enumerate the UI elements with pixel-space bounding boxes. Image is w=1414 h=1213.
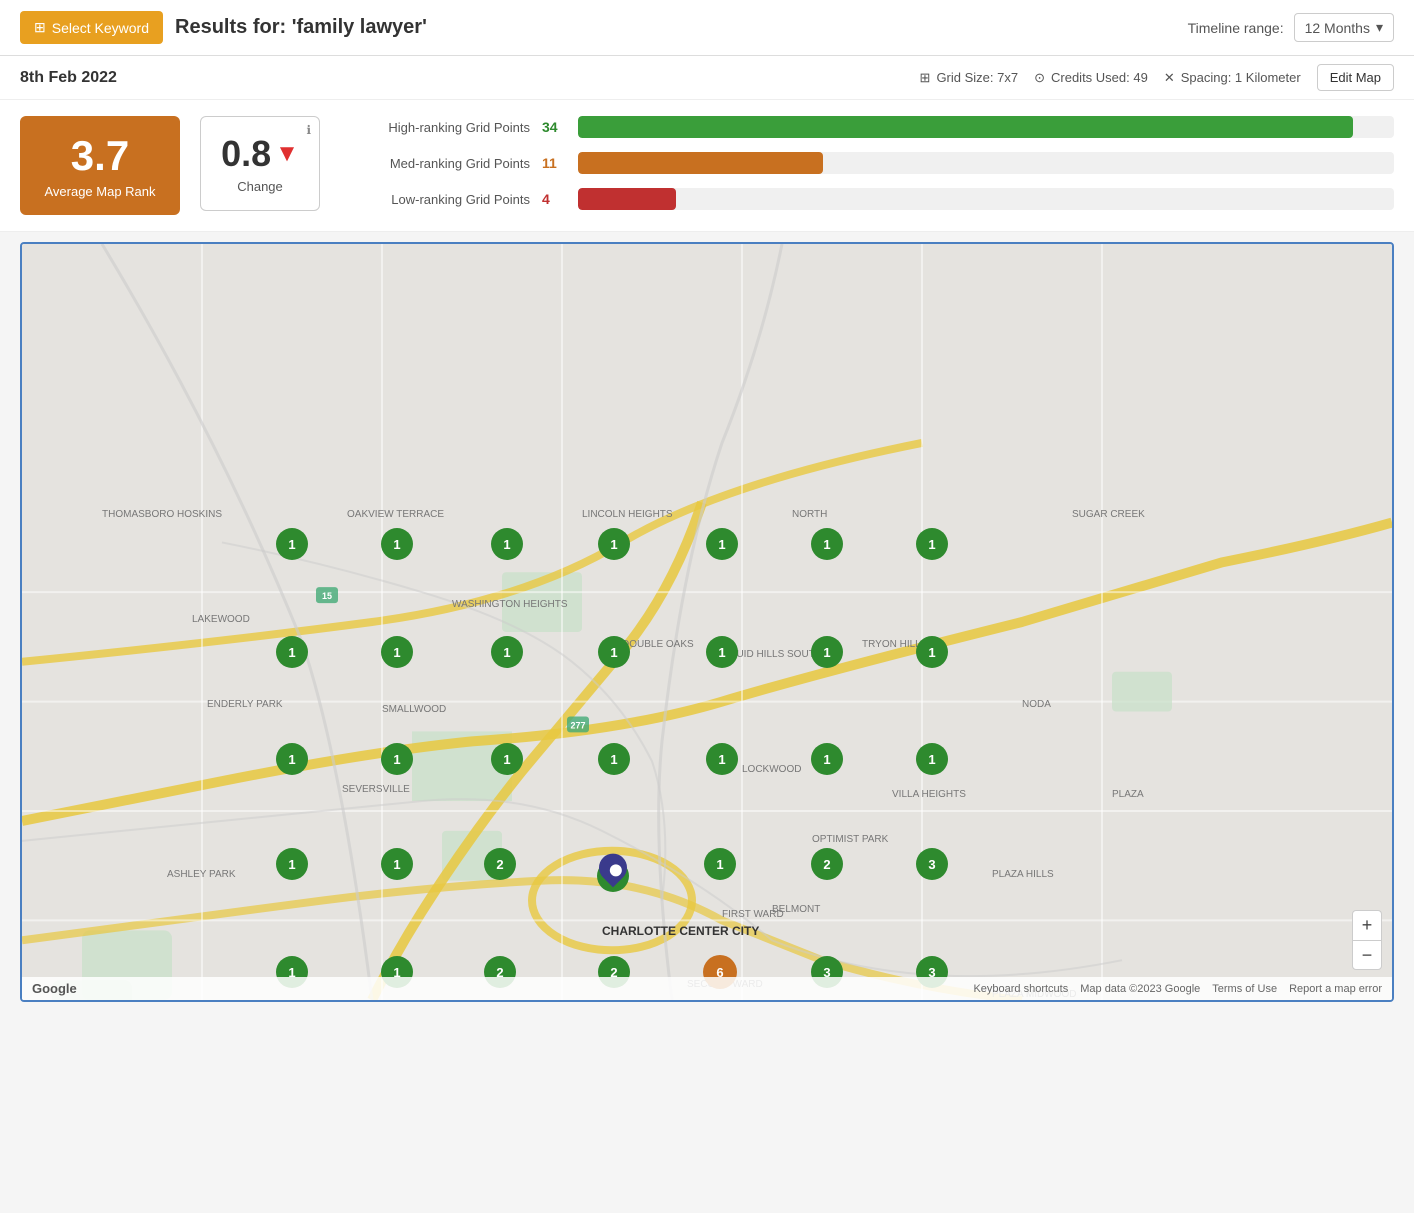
marker-m10[interactable]: 1	[491, 636, 523, 668]
chevron-down-icon: ▾	[1376, 19, 1383, 36]
marker-m21[interactable]: 1	[916, 743, 948, 775]
marker-m5[interactable]: 1	[706, 528, 738, 560]
marker-m22[interactable]: 1	[276, 848, 308, 880]
header-left: ⊞ Select Keyword Results for: 'family la…	[20, 11, 427, 44]
select-keyword-label: Select Keyword	[52, 20, 149, 36]
low-ranking-count: 4	[542, 191, 566, 207]
med-ranking-track	[578, 152, 1394, 174]
results-title: Results for: 'family lawyer'	[175, 16, 427, 39]
grid-icon: ⊞	[920, 70, 931, 86]
marker-m14[interactable]: 1	[916, 636, 948, 668]
change-number: 0.8 ▼	[221, 133, 299, 175]
timeline-label: Timeline range:	[1188, 20, 1284, 36]
report-map-error[interactable]: Report a map error	[1289, 983, 1382, 995]
marker-m17[interactable]: 1	[491, 743, 523, 775]
map-container[interactable]: 15 277 THOMASBORO HOSKINSLAKEWOODOAKVIEW…	[20, 242, 1394, 1002]
timeline-dropdown[interactable]: 12 Months ▾	[1294, 13, 1394, 42]
marker-m4[interactable]: 1	[598, 528, 630, 560]
marker-m28[interactable]: 3	[916, 848, 948, 880]
credits-stat: ⊙ Credits Used: 49	[1034, 70, 1148, 86]
avg-rank-label: Average Map Rank	[40, 184, 160, 199]
marker-m6[interactable]: 1	[811, 528, 843, 560]
map-footer-right: Keyboard shortcuts Map data ©2023 Google…	[973, 983, 1382, 995]
change-card: ℹ 0.8 ▼ Change	[200, 116, 320, 211]
credits-icon: ⊙	[1034, 70, 1045, 86]
terms-of-use[interactable]: Terms of Use	[1212, 983, 1277, 995]
low-ranking-row: Low-ranking Grid Points 4	[340, 188, 1394, 210]
marker-m15[interactable]: 1	[276, 743, 308, 775]
marker-m12[interactable]: 1	[706, 636, 738, 668]
marker-m13[interactable]: 1	[811, 636, 843, 668]
spacing-stat: ✕ Spacing: 1 Kilometer	[1164, 70, 1301, 86]
page-header: ⊞ Select Keyword Results for: 'family la…	[0, 0, 1414, 56]
high-ranking-track	[578, 116, 1394, 138]
change-arrow-down-icon: ▼	[275, 140, 299, 168]
keyboard-shortcuts[interactable]: Keyboard shortcuts	[973, 983, 1068, 995]
med-ranking-count: 11	[542, 155, 566, 171]
google-logo: Google	[32, 981, 77, 996]
high-ranking-row: High-ranking Grid Points 34	[340, 116, 1394, 138]
marker-m16[interactable]: 1	[381, 743, 413, 775]
marker-m20[interactable]: 1	[811, 743, 843, 775]
med-ranking-bar	[578, 152, 823, 174]
marker-m24[interactable]: 2	[484, 848, 516, 880]
credits-label: Credits Used: 49	[1051, 70, 1148, 85]
low-ranking-track	[578, 188, 1394, 210]
map-data-label: Map data ©2023 Google	[1080, 983, 1200, 995]
high-ranking-label: High-ranking Grid Points	[340, 120, 530, 135]
grid-icon: ⊞	[34, 19, 46, 36]
info-icon[interactable]: ℹ	[306, 123, 311, 137]
marker-m11[interactable]: 1	[598, 636, 630, 668]
marker-m1[interactable]: 1	[276, 528, 308, 560]
change-label: Change	[221, 179, 299, 194]
svg-text:15: 15	[322, 591, 332, 601]
map-roads-svg: 15 277	[22, 244, 1392, 1000]
spacing-icon: ✕	[1164, 70, 1175, 86]
marker-m8[interactable]: 1	[276, 636, 308, 668]
marker-m27[interactable]: 2	[811, 848, 843, 880]
date-label: 8th Feb 2022	[20, 69, 117, 87]
map-footer: Google Keyboard shortcuts Map data ©2023…	[22, 977, 1392, 1000]
marker-m2[interactable]: 1	[381, 528, 413, 560]
bar-charts: High-ranking Grid Points 34 Med-ranking …	[340, 116, 1394, 210]
marker-m3[interactable]: 1	[491, 528, 523, 560]
zoom-in-button[interactable]: +	[1352, 910, 1382, 940]
high-ranking-count: 34	[542, 119, 566, 135]
low-ranking-label: Low-ranking Grid Points	[340, 192, 530, 207]
grid-size-label: Grid Size: 7x7	[936, 70, 1018, 85]
stats-right: ⊞ Grid Size: 7x7 ⊙ Credits Used: 49 ✕ Sp…	[920, 64, 1394, 91]
zoom-out-button[interactable]: −	[1352, 940, 1382, 970]
header-right: Timeline range: 12 Months ▾	[1188, 13, 1394, 42]
map-background: 15 277 THOMASBORO HOSKINSLAKEWOODOAKVIEW…	[22, 244, 1392, 1000]
marker-m7[interactable]: 1	[916, 528, 948, 560]
high-ranking-bar	[578, 116, 1353, 138]
avg-rank-card: 3.7 Average Map Rank	[20, 116, 180, 215]
marker-m19[interactable]: 1	[706, 743, 738, 775]
stats-row: 8th Feb 2022 ⊞ Grid Size: 7x7 ⊙ Credits …	[0, 56, 1414, 100]
map-zoom-controls: + −	[1352, 910, 1382, 970]
rank-section: 3.7 Average Map Rank ℹ 0.8 ▼ Change High…	[0, 100, 1414, 232]
med-ranking-label: Med-ranking Grid Points	[340, 156, 530, 171]
svg-text:277: 277	[570, 720, 585, 730]
avg-rank-number: 3.7	[40, 132, 160, 180]
marker-m23[interactable]: 1	[381, 848, 413, 880]
spacing-label: Spacing: 1 Kilometer	[1181, 70, 1301, 85]
marker-m18[interactable]: 1	[598, 743, 630, 775]
select-keyword-button[interactable]: ⊞ Select Keyword	[20, 11, 163, 44]
low-ranking-bar	[578, 188, 676, 210]
timeline-value: 12 Months	[1305, 20, 1370, 36]
grid-size-stat: ⊞ Grid Size: 7x7	[920, 70, 1019, 86]
marker-m9[interactable]: 1	[381, 636, 413, 668]
edit-map-button[interactable]: Edit Map	[1317, 64, 1394, 91]
marker-m26[interactable]: 1	[704, 848, 736, 880]
med-ranking-row: Med-ranking Grid Points 11	[340, 152, 1394, 174]
